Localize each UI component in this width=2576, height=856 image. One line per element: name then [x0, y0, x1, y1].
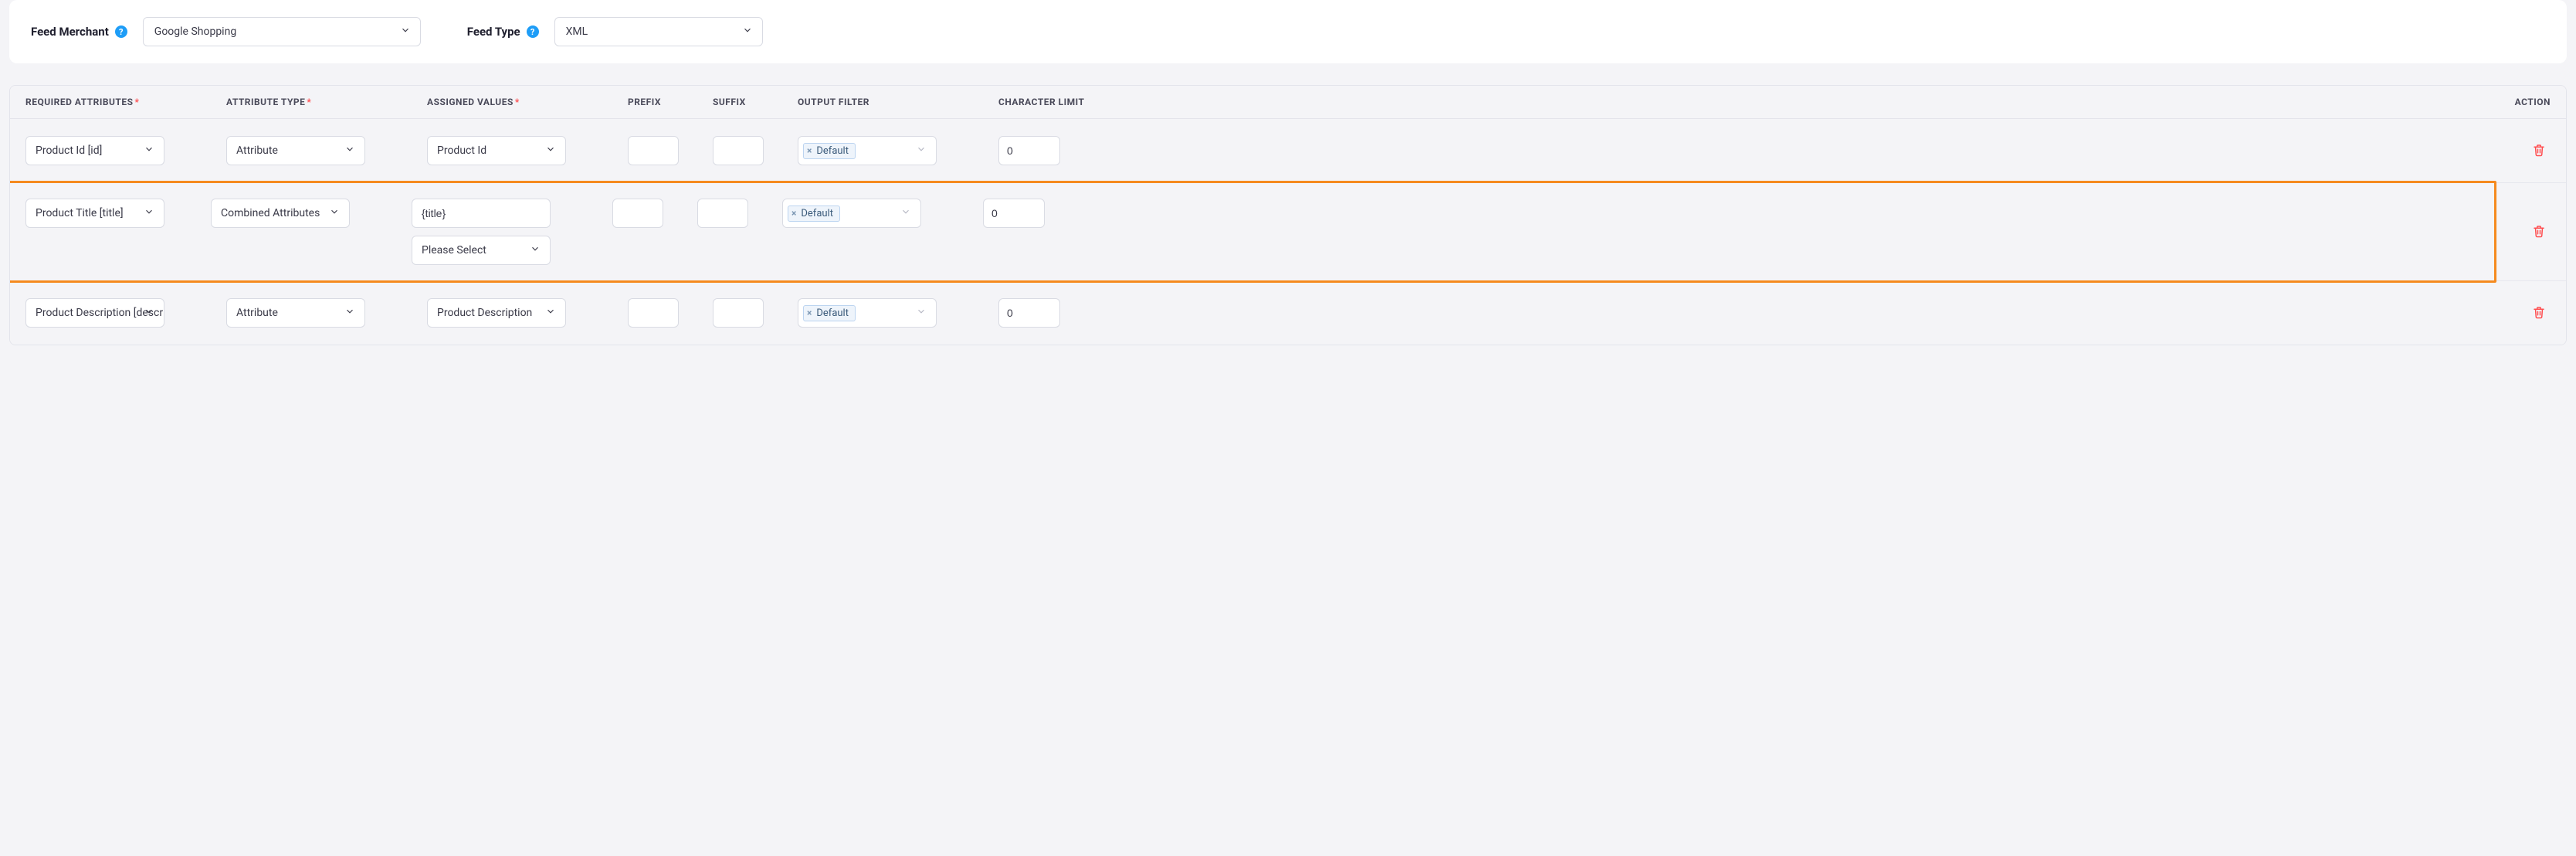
col-attrtype: ATTRIBUTE TYPE* — [226, 97, 427, 107]
chevron-down-icon — [344, 144, 355, 158]
attributes-grid: REQUIRED ATTRIBUTES* ATTRIBUTE TYPE* ASS… — [9, 85, 2567, 345]
output-filter-tag-text: Default — [816, 307, 849, 319]
attribute-type-value: Combined Attributes — [221, 207, 320, 219]
feed-type-field: Feed Type ? XML — [467, 17, 763, 46]
required-star: * — [135, 97, 140, 107]
assigned-value-select[interactable]: Product Description — [427, 298, 566, 328]
required-star: * — [515, 97, 520, 107]
suffix-input[interactable] — [697, 199, 748, 228]
help-icon[interactable]: ? — [527, 25, 539, 38]
assigned-extra-select[interactable]: Please Select — [412, 236, 551, 265]
feed-type-label: Feed Type ? — [467, 25, 539, 39]
attribute-type-value: Attribute — [236, 307, 278, 319]
attribute-type-select[interactable]: Combined Attributes — [211, 199, 350, 228]
chevron-down-icon — [344, 306, 355, 320]
assigned-value-select[interactable]: Product Id — [427, 136, 566, 165]
character-limit-input[interactable] — [998, 298, 1060, 328]
col-action: ACTION — [2504, 97, 2551, 107]
output-filter-tag-text: Default — [816, 145, 849, 157]
output-filter-select[interactable]: × Default — [782, 199, 921, 228]
feed-merchant-label-text: Feed Merchant — [31, 25, 109, 39]
character-limit-input[interactable] — [983, 199, 1045, 228]
col-required-text: REQUIRED ATTRIBUTES — [25, 97, 134, 107]
output-filter-tag: × Default — [788, 206, 840, 222]
feed-merchant-field: Feed Merchant ? Google Shopping — [31, 17, 421, 46]
output-filter-tag-text: Default — [801, 208, 833, 219]
chevron-down-icon — [900, 206, 911, 220]
trash-icon — [2532, 224, 2546, 238]
delete-row-button[interactable] — [2527, 301, 2551, 326]
chevron-down-icon — [545, 306, 556, 320]
tag-remove-icon[interactable]: × — [807, 146, 812, 155]
suffix-input[interactable] — [713, 298, 764, 328]
chevron-down-icon — [329, 206, 340, 220]
delete-row-button[interactable] — [2527, 219, 2551, 245]
chevron-down-icon — [144, 206, 154, 220]
output-filter-select[interactable]: × Default — [798, 136, 937, 165]
required-attribute-select[interactable]: Product Description [description] — [25, 298, 164, 328]
trash-icon — [2532, 143, 2546, 157]
chevron-down-icon — [545, 144, 556, 158]
attribute-type-select[interactable]: Attribute — [226, 298, 365, 328]
required-attribute-value: Product Title [title] — [36, 207, 124, 219]
delete-row-button[interactable] — [2527, 138, 2551, 164]
attribute-type-value: Attribute — [236, 144, 278, 157]
required-attribute-value: Product Id [id] — [36, 144, 102, 157]
feed-settings-card: Feed Merchant ? Google Shopping Feed Typ… — [9, 0, 2567, 63]
chevron-down-icon — [742, 25, 753, 39]
assigned-extra-value: Please Select — [422, 244, 486, 256]
prefix-input[interactable] — [628, 298, 679, 328]
help-icon[interactable]: ? — [115, 25, 127, 38]
grid-header: REQUIRED ATTRIBUTES* ATTRIBUTE TYPE* ASS… — [10, 86, 2566, 119]
suffix-input[interactable] — [713, 136, 764, 165]
table-row: Product Title [title] Combined Attribute… — [10, 183, 2566, 281]
feed-merchant-value: Google Shopping — [154, 25, 236, 38]
tag-remove-icon[interactable]: × — [791, 209, 796, 218]
required-star: * — [307, 97, 311, 107]
output-filter-tag: × Default — [803, 143, 856, 159]
assigned-value-text: Product Description — [437, 307, 532, 319]
table-row: Product Id [id] Attribute Product Id — [10, 119, 2566, 183]
highlighted-row-box: Product Title [title] Combined Attribute… — [9, 181, 2496, 283]
output-filter-tag: × Default — [803, 305, 856, 321]
col-assigned: ASSIGNED VALUES* — [427, 97, 628, 107]
assigned-value-input[interactable] — [412, 199, 551, 228]
assigned-value-text: Product Id — [437, 144, 486, 157]
attribute-type-select[interactable]: Attribute — [226, 136, 365, 165]
tag-remove-icon[interactable]: × — [807, 308, 812, 318]
chevron-down-icon — [916, 144, 927, 158]
feed-type-select[interactable]: XML — [554, 17, 763, 46]
col-required: REQUIRED ATTRIBUTES* — [25, 97, 226, 107]
required-attribute-select[interactable]: Product Id [id] — [25, 136, 164, 165]
prefix-input[interactable] — [628, 136, 679, 165]
trash-icon — [2532, 305, 2546, 319]
table-row: Product Description [description] Attrib… — [10, 281, 2566, 345]
feed-merchant-label: Feed Merchant ? — [31, 25, 127, 39]
character-limit-input[interactable] — [998, 136, 1060, 165]
col-attrtype-text: ATTRIBUTE TYPE — [226, 97, 305, 107]
required-attribute-select[interactable]: Product Title [title] — [25, 199, 164, 228]
feed-type-label-text: Feed Type — [467, 25, 520, 39]
feed-merchant-select[interactable]: Google Shopping — [143, 17, 421, 46]
col-output: OUTPUT FILTER — [798, 97, 998, 107]
col-prefix: PREFIX — [628, 97, 713, 107]
prefix-input[interactable] — [612, 199, 663, 228]
required-attribute-value: Product Description [description] — [36, 307, 164, 319]
col-charlimit: CHARACTER LIMIT — [998, 97, 1145, 107]
chevron-down-icon — [400, 25, 411, 39]
chevron-down-icon — [530, 243, 541, 257]
chevron-down-icon — [916, 306, 927, 320]
output-filter-select[interactable]: × Default — [798, 298, 937, 328]
col-suffix: SUFFIX — [713, 97, 798, 107]
chevron-down-icon — [144, 144, 154, 158]
feed-type-value: XML — [566, 25, 588, 38]
col-assigned-text: ASSIGNED VALUES — [427, 97, 514, 107]
